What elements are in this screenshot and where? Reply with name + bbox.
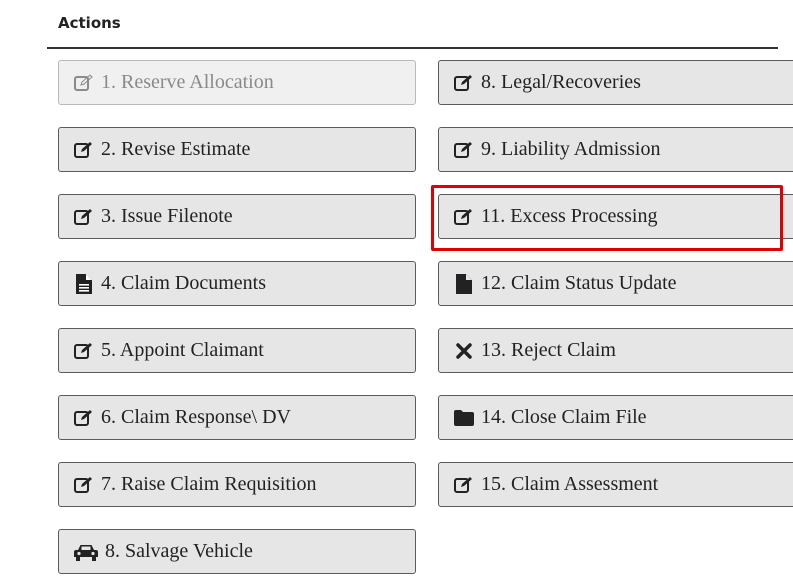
button-label: 13. Reject Claim [481,339,616,361]
raise-claim-requisition-button[interactable]: 7. Raise Claim Requisition [58,462,416,507]
button-label: 7. Raise Claim Requisition [101,473,317,495]
edit-icon [73,342,95,360]
legal-recoveries-button[interactable]: 8. Legal/Recoveries [438,60,793,105]
reject-claim-button[interactable]: 13. Reject Claim [438,328,793,373]
button-label: 8. Legal/Recoveries [481,71,641,93]
edit-icon [73,409,95,427]
issue-filenote-button[interactable]: 3. Issue Filenote [58,194,416,239]
edit-icon [73,208,95,226]
button-label: 3. Issue Filenote [101,205,233,227]
button-label: 12. Claim Status Update [481,272,677,294]
button-label: 14. Close Claim File [481,406,647,428]
button-label: 8. Salvage Vehicle [105,540,253,562]
button-label: 4. Claim Documents [101,272,266,294]
claim-assessment-button[interactable]: 15. Claim Assessment [438,462,793,507]
edit-icon [73,73,95,92]
edit-icon [453,476,475,494]
document-icon [73,273,95,294]
claim-response-dv-button[interactable]: 6. Claim Response\ DV [58,395,416,440]
button-label: 6. Claim Response\ DV [101,406,291,428]
button-label: 15. Claim Assessment [481,473,659,495]
car-icon [73,543,99,561]
divider [47,47,778,49]
edit-icon [453,141,475,159]
claim-documents-button[interactable]: 4. Claim Documents [58,261,416,306]
button-label: 9. Liability Admission [481,138,661,160]
file-icon [453,273,475,294]
button-label: 2. Revise Estimate [101,138,251,160]
appoint-claimant-button[interactable]: 5. Appoint Claimant [58,328,416,373]
salvage-vehicle-button[interactable]: 8. Salvage Vehicle [58,529,416,574]
claim-status-update-button[interactable]: 12. Claim Status Update [438,261,793,306]
section-title: Actions [58,14,121,32]
revise-estimate-button[interactable]: 2. Revise Estimate [58,127,416,172]
reserve-allocation-button[interactable]: 1. Reserve Allocation [58,60,416,105]
close-icon [453,342,475,359]
button-label: 1. Reserve Allocation [101,71,274,93]
folder-icon [453,409,475,426]
liability-admission-button[interactable]: 9. Liability Admission [438,127,793,172]
edit-icon [73,141,95,159]
close-claim-file-button[interactable]: 14. Close Claim File [438,395,793,440]
edit-icon [453,74,475,92]
highlight-box [431,185,783,251]
button-label: 5. Appoint Claimant [101,339,264,361]
edit-icon [73,476,95,494]
